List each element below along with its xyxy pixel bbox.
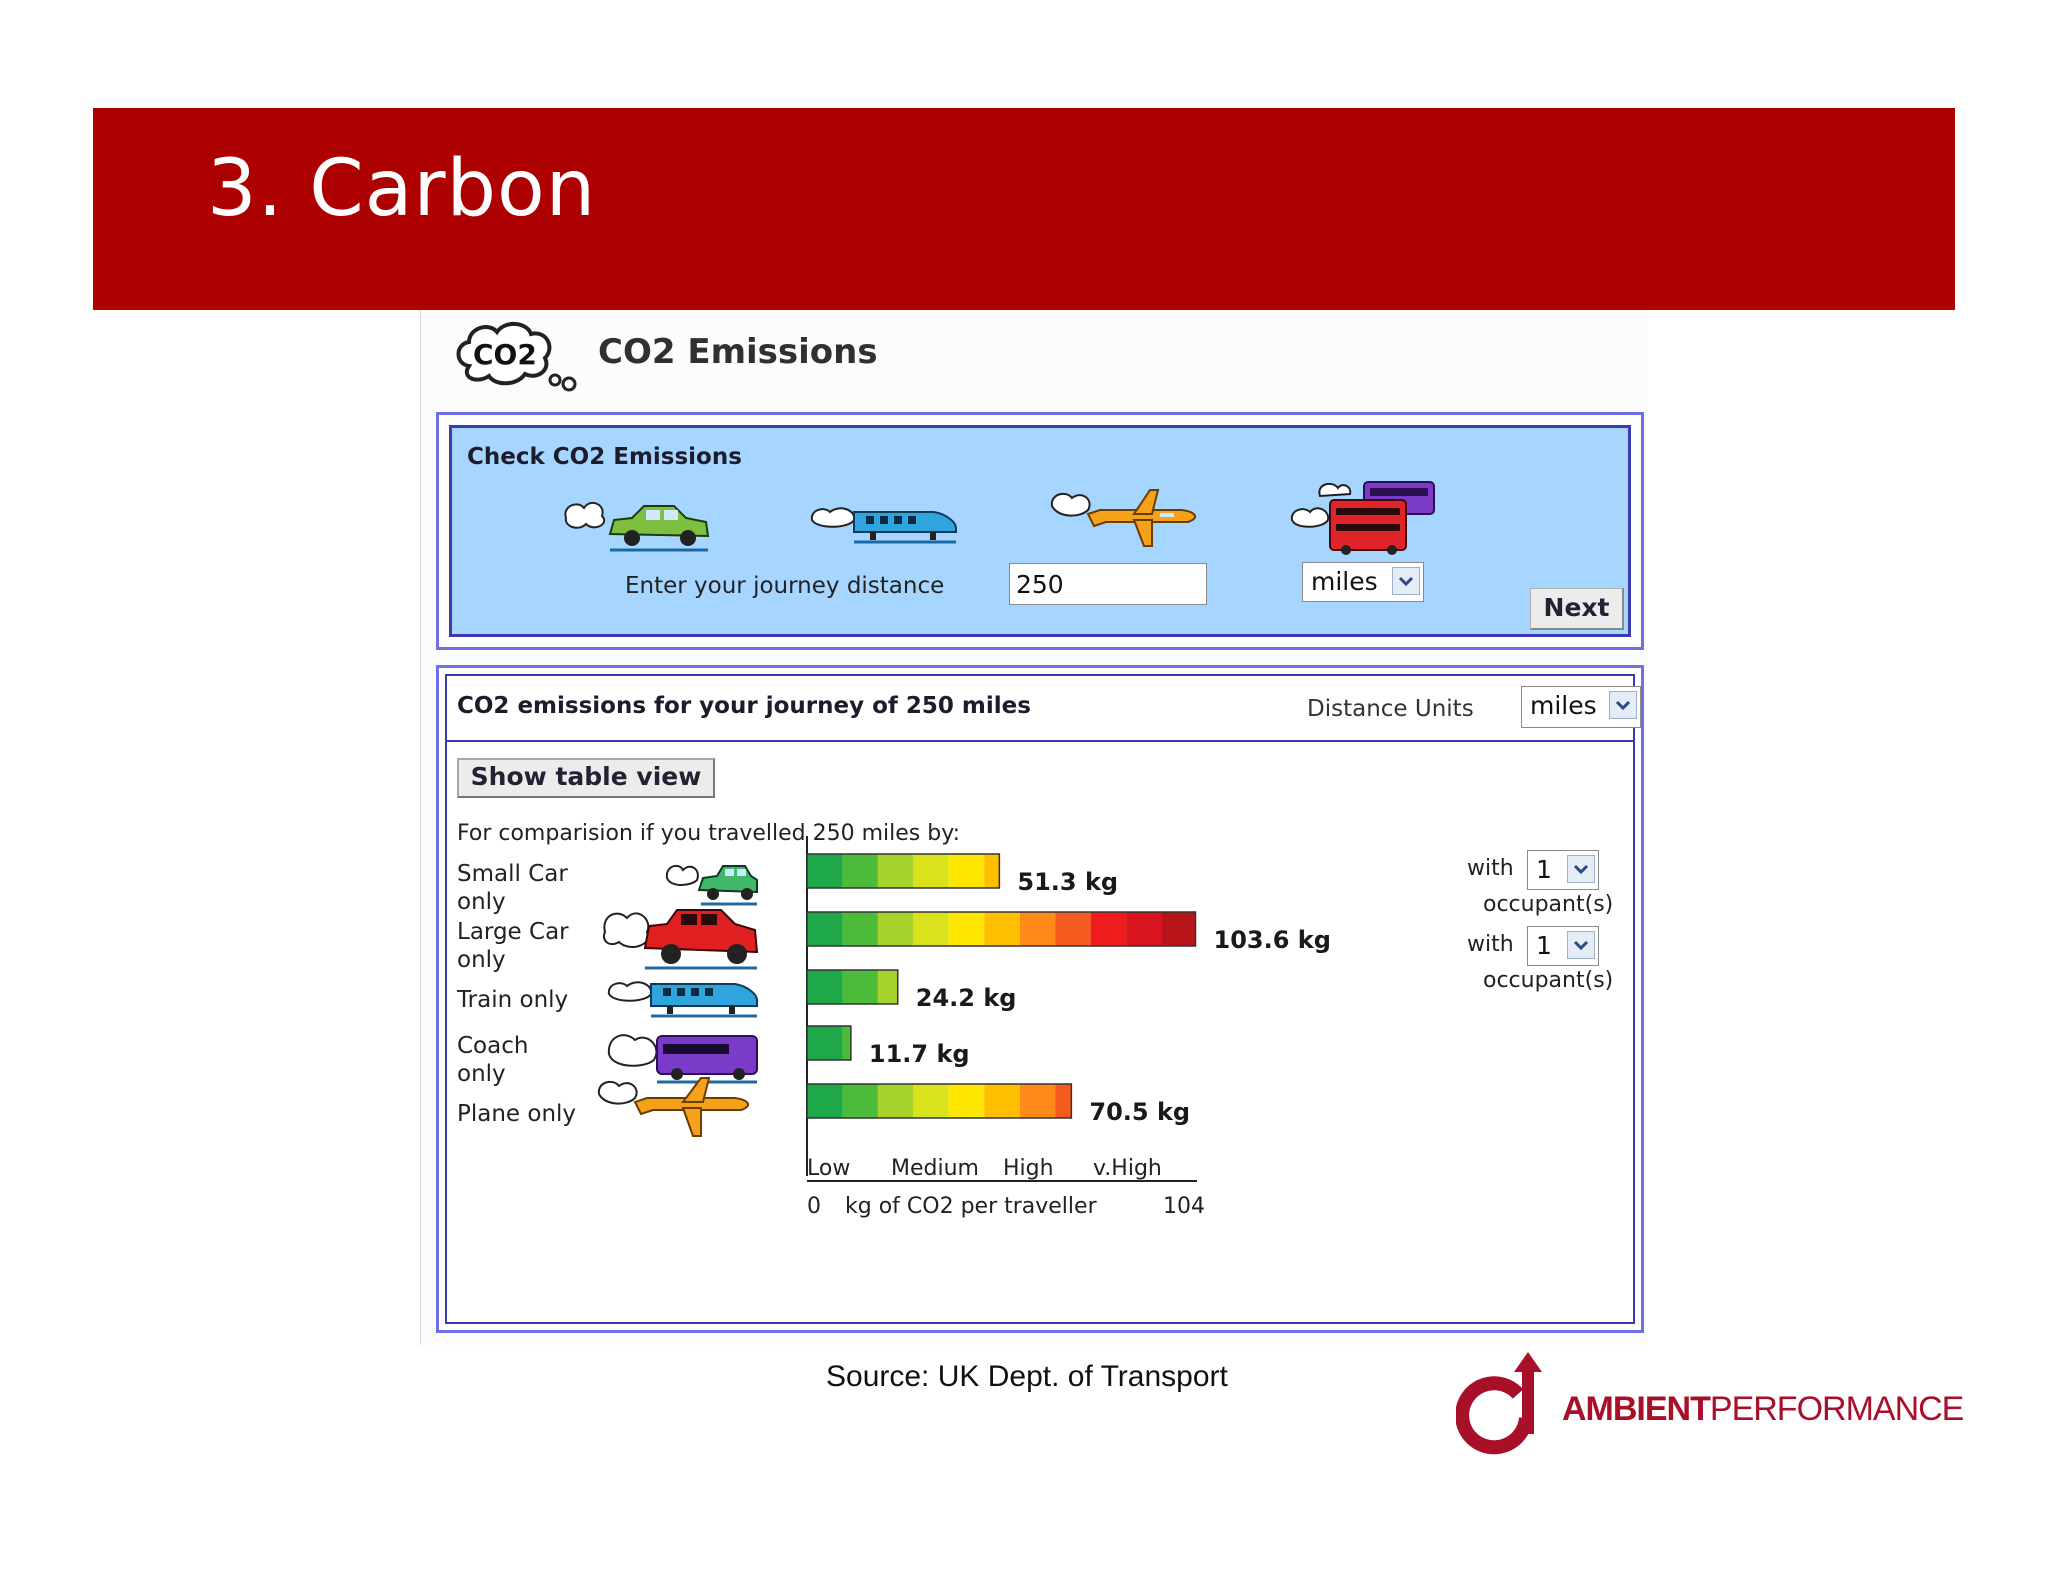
bar-segment (948, 912, 985, 946)
co2-logo-text: CO2 (473, 338, 537, 371)
logo-bold-text: AMBIENT (1562, 1390, 1711, 1428)
bar-segment (913, 1084, 949, 1118)
bar-segment (807, 854, 843, 888)
scale-low: Low (807, 1156, 851, 1181)
bar-segment (1090, 912, 1127, 946)
bar-segment (807, 1084, 843, 1118)
bar-segment (913, 854, 949, 888)
bar-segment (1055, 912, 1091, 946)
bar-segment (984, 1084, 1020, 1118)
occupants-value-small-car: 1 (1536, 855, 1552, 884)
co2-cloud-icon: CO2 (456, 322, 577, 392)
bar-segment (842, 854, 878, 888)
co2-widget-screenshot: CO2 CO2 Emissions Check CO2 Emissions En… (420, 310, 1647, 1345)
bar-plane-only (806, 1083, 1073, 1119)
bar-segment (984, 854, 1000, 888)
widget-title: CO2 Emissions (598, 332, 878, 372)
with-label-small-car: with (1467, 856, 1514, 881)
check-panel: Check CO2 Emissions Enter your journey d… (436, 412, 1644, 650)
company-logo-text: AMBIENTPERFORMANCE (1562, 1390, 1964, 1429)
bar-segment (1019, 1084, 1056, 1118)
bar-segment (1055, 1084, 1072, 1118)
scale-medium: Medium (891, 1156, 979, 1181)
bar-segment (877, 970, 898, 1004)
scale-high: High (1003, 1156, 1054, 1181)
next-button[interactable]: Next (1530, 588, 1624, 630)
chevron-down-icon[interactable] (1567, 855, 1595, 883)
title-banner: 3. Carbon (93, 108, 1955, 310)
bar-large-car-only (806, 911, 1197, 947)
bar-segment (807, 1026, 843, 1060)
bar-segment (877, 1084, 914, 1118)
axis-min-label: 0 (807, 1194, 821, 1219)
bar-segment (842, 1026, 851, 1060)
bar-segment (842, 970, 878, 1004)
occupants-select-large-car[interactable]: 1 (1527, 926, 1599, 966)
bar-segment (842, 912, 878, 946)
ambient-performance-logo-icon (1456, 1352, 1542, 1455)
bar-value-coach: 11.7 kg (868, 1040, 970, 1068)
source-caption: Source: UK Dept. of Transport (826, 1360, 1228, 1393)
axis-max-label: 104 (1163, 1194, 1205, 1219)
bar-coach-only (806, 1025, 852, 1061)
bar-segment (948, 1084, 985, 1118)
occupants-select-small-car[interactable]: 1 (1527, 850, 1599, 890)
emissions-chart (806, 836, 1197, 1182)
chevron-down-icon[interactable] (1392, 567, 1420, 595)
bar-segment (807, 912, 843, 946)
bar-segment (877, 854, 914, 888)
check-panel-inner: Check CO2 Emissions Enter your journey d… (449, 425, 1631, 637)
journey-distance-input[interactable] (1009, 563, 1207, 605)
bar-segment (1019, 912, 1056, 946)
bar-value-large-car: 103.6 kg (1213, 926, 1331, 954)
car-icon[interactable] (562, 494, 714, 554)
logo-light-text: PERFORMANCE (1709, 1390, 1964, 1428)
train-icon[interactable] (810, 494, 960, 554)
bar-segment (984, 912, 1020, 946)
bus-icon[interactable] (1290, 476, 1438, 556)
bar-small-car-only (806, 853, 1001, 889)
results-panel-inner: CO2 emissions for your journey of 250 mi… (445, 674, 1641, 1324)
occupants-label-large-car: occupant(s) (1483, 968, 1614, 993)
bar-segment (807, 970, 843, 1004)
bar-value-train: 24.2 kg (915, 984, 1017, 1012)
chevron-down-icon[interactable] (1567, 931, 1595, 959)
with-label-large-car: with (1467, 932, 1514, 957)
bar-segment (842, 1084, 878, 1118)
bar-train-only (806, 969, 899, 1005)
check-heading: Check CO2 Emissions (467, 444, 742, 470)
occupants-value-large-car: 1 (1536, 931, 1552, 960)
distance-unit-select[interactable]: miles (1302, 562, 1424, 602)
bar-value-plane: 70.5 kg (1089, 1098, 1191, 1126)
bar-segment (1161, 912, 1196, 946)
bar-value-small-car: 51.3 kg (1017, 868, 1119, 896)
plane-icon[interactable] (1050, 486, 1202, 552)
axis-caption: kg of CO2 per traveller (845, 1194, 1097, 1219)
scale-vhigh: v.High (1093, 1156, 1162, 1181)
bar-segment (877, 912, 914, 946)
bar-segment (913, 912, 949, 946)
journey-distance-label: Enter your journey distance (625, 573, 945, 599)
bar-segment (948, 854, 985, 888)
bar-segment (1126, 912, 1162, 946)
distance-unit-value: miles (1311, 567, 1378, 596)
results-panel: CO2 emissions for your journey of 250 mi… (436, 665, 1644, 1333)
occupants-label-small-car: occupant(s) (1483, 892, 1614, 917)
slide-title: 3. Carbon (207, 144, 597, 234)
